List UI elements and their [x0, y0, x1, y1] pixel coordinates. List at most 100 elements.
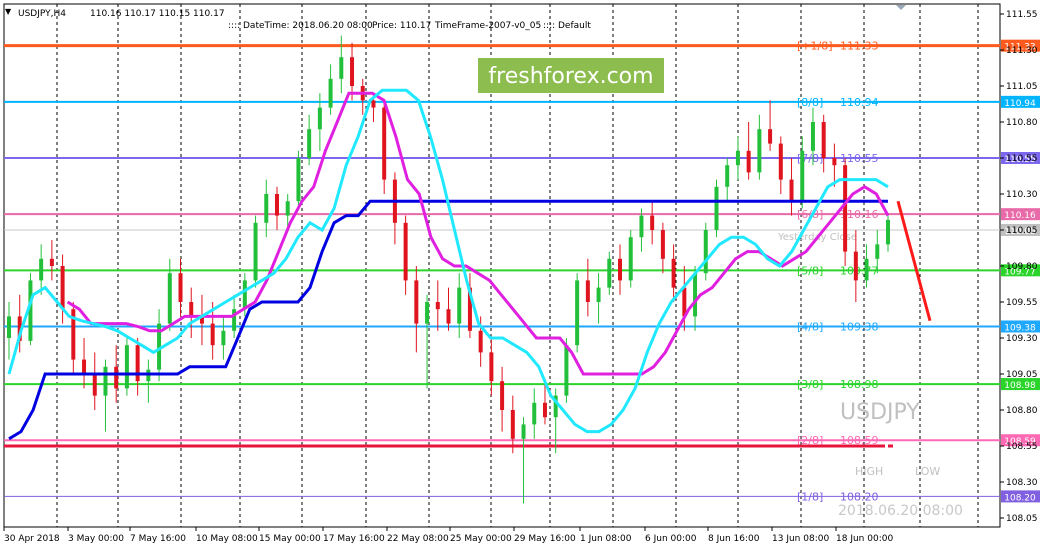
- x-tick-label-9: 1 Jun 08:00: [580, 534, 632, 544]
- candle-body-54: [585, 280, 590, 302]
- x-tick-label-13: 18 Jun 00:00: [836, 534, 893, 544]
- y-tick-label-12: 108.55: [1006, 442, 1038, 452]
- collapse-arrow-icon[interactable]: ▼: [5, 7, 12, 16]
- y-tick-label-8: 109.55: [1006, 298, 1038, 308]
- candle-body-75: [810, 122, 815, 151]
- candle-body-52: [564, 345, 569, 396]
- candle-body-38: [414, 280, 419, 324]
- candle-body-32: [350, 57, 355, 86]
- candle-body-25: [274, 194, 279, 216]
- symbol-label: USDJPY,H4: [18, 9, 66, 19]
- x-tick-label-11: 8 Jun 16:00: [708, 534, 760, 544]
- x-tick-label-5: 17 May 16:00: [323, 534, 385, 544]
- candle-body-55: [596, 287, 601, 302]
- candle-body-44: [478, 330, 483, 353]
- candle-body-79: [853, 251, 858, 281]
- x-tick-label-0: 30 Apr 2018: [4, 534, 60, 544]
- candle-body-7: [82, 359, 87, 374]
- candle-body-58: [628, 237, 633, 281]
- x-tick-label-10: 6 Jun 00:00: [645, 534, 697, 544]
- candle-body-71: [768, 129, 773, 144]
- candle-body-73: [789, 179, 794, 202]
- candle-body-20: [221, 330, 226, 346]
- y-tick-label-0: 111.55: [1006, 10, 1038, 20]
- level-label-5: [4/8]: [797, 320, 823, 333]
- candle-body-80: [864, 258, 869, 281]
- x-tick-label-8: 29 May 16:00: [514, 534, 576, 544]
- candle-body-57: [618, 258, 623, 281]
- y-tick-label-9: 109.30: [1006, 334, 1038, 344]
- candle-body-64: [693, 273, 698, 317]
- candle-body-4: [49, 258, 54, 266]
- candle-body-11: [124, 345, 129, 389]
- watermark-symbol: USDJPY: [840, 400, 920, 425]
- candle-body-31: [339, 57, 344, 79]
- candle-body-0: [7, 316, 11, 338]
- candle-body-56: [607, 258, 612, 288]
- candle-body-34: [371, 100, 376, 108]
- candle-body-5: [60, 266, 65, 310]
- candle-body-3: [39, 258, 44, 281]
- candle-body-61: [660, 230, 665, 259]
- candle-body-15: [167, 273, 172, 324]
- candle-body-29: [317, 107, 322, 130]
- level-value-1: 110.94: [840, 96, 879, 109]
- y-tick-label-10: 109.05: [1006, 370, 1038, 380]
- candle-body-60: [650, 215, 655, 230]
- candle-body-8: [92, 374, 97, 396]
- level-value-8: 108.20: [840, 490, 879, 503]
- candle-body-49: [532, 402, 537, 425]
- candle-body-35: [382, 107, 387, 180]
- candle-body-24: [264, 194, 269, 223]
- y-tick-label-6: 110.05: [1006, 226, 1038, 236]
- chart-svg: [+1/8] 111.33[8/8] 110.94[7/8] 110.55[6/8] 1…: [0, 0, 1043, 549]
- candle-body-37: [403, 222, 408, 281]
- price-label: Price: 110.17: [372, 21, 431, 31]
- x-tick-label-2: 7 May 16:00: [130, 534, 186, 544]
- candle-body-77: [832, 158, 837, 166]
- candle-body-19: [210, 323, 215, 346]
- candle-body-39: [425, 302, 430, 324]
- y-tick-label-11: 108.80: [1006, 406, 1038, 416]
- level-value-6: 108.98: [840, 378, 879, 391]
- info-dots-left: ::::: [228, 21, 240, 31]
- candle-body-40: [435, 302, 440, 310]
- y-tick-label-4: 110.55: [1006, 154, 1038, 164]
- y-tick-label-2: 111.05: [1006, 82, 1038, 92]
- candle-body-81: [875, 244, 880, 259]
- candle-body-68: [735, 150, 740, 166]
- candle-body-12: [135, 345, 140, 382]
- x-tick-label-1: 3 May 00:00: [68, 534, 124, 544]
- x-tick-label-3: 10 May 08:00: [196, 534, 258, 544]
- candle-body-41: [446, 309, 451, 324]
- y-tick-label-5: 110.30: [1006, 190, 1038, 200]
- info-dots-right: ::::: [543, 21, 555, 31]
- candle-body-23: [253, 222, 258, 281]
- x-tick-label-4: 15 May 00:00: [259, 534, 321, 544]
- brand-text[interactable]: freshforex.com: [488, 64, 653, 89]
- candle-body-72: [778, 143, 783, 180]
- candle-body-27: [296, 158, 301, 202]
- price-tag-1: 110.94: [1004, 99, 1036, 109]
- price-tag-3: 110.16: [1004, 211, 1036, 221]
- candle-body-76: [821, 122, 826, 158]
- price-tag-8: 108.20: [1004, 493, 1036, 503]
- candle-body-70: [757, 129, 762, 173]
- y-tick-label-1: 111.30: [1006, 46, 1038, 56]
- y-tick-label-13: 108.30: [1006, 478, 1038, 488]
- candle-body-69: [746, 150, 751, 173]
- x-tick-label-7: 25 May 00:00: [450, 534, 512, 544]
- x-tick-label-12: 13 Jun 08:00: [772, 534, 829, 544]
- watermark-timestamp: 2018.06.20 08:00: [838, 503, 963, 519]
- level-value-4: 109.77: [840, 264, 879, 277]
- x-tick-label-6: 22 May 08:00: [387, 534, 449, 544]
- candle-body-16: [178, 273, 183, 302]
- candle-body-45: [489, 352, 494, 382]
- candle-body-82: [886, 219, 890, 245]
- candle-body-17: [189, 302, 194, 317]
- watermark-low: LOW: [915, 465, 940, 478]
- candle-body-50: [542, 402, 547, 418]
- candle-body-47: [510, 410, 515, 439]
- candle-body-67: [725, 165, 730, 187]
- level-label-4: [5/8]: [797, 264, 823, 277]
